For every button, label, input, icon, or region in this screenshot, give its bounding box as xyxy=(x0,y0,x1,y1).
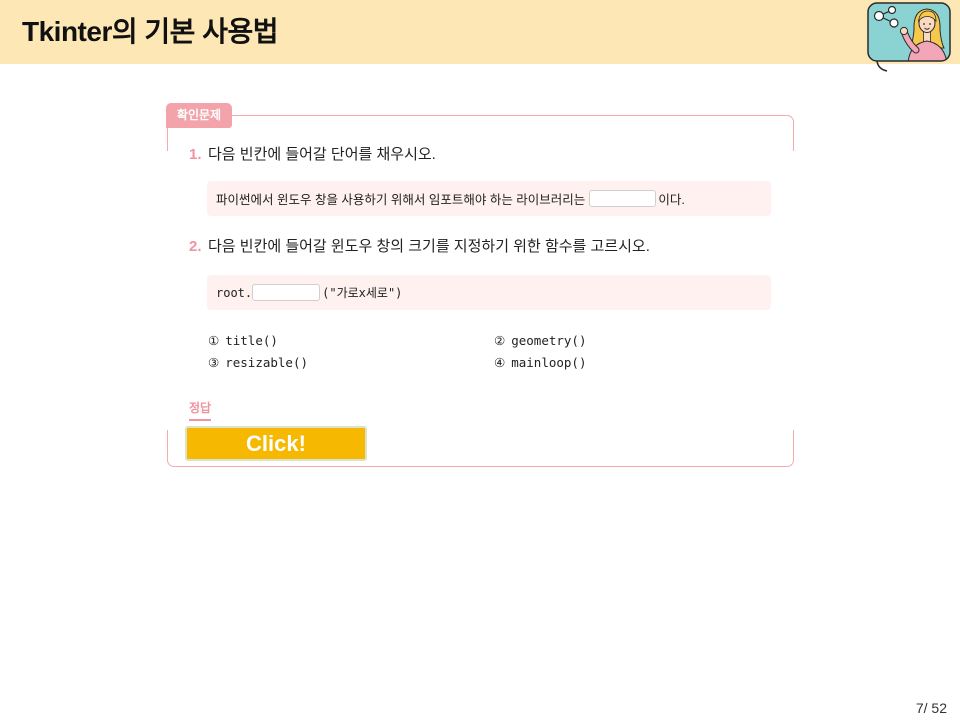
sentence-after-blank: 이다. xyxy=(658,193,685,207)
code-after-blank: ("가로x세로") xyxy=(322,286,403,300)
reveal-answer-button[interactable]: Click! xyxy=(185,426,367,461)
option-label: title() xyxy=(225,333,278,348)
header-bar: Tkinter의 기본 사용법 xyxy=(0,0,960,72)
option-marker: ① xyxy=(208,333,220,348)
option-4: ④ mainloop() xyxy=(494,353,586,373)
slide: Tkinter의 기본 사용법 확인문제 1. 다음 빈칸에 들어갈 단어를 채… xyxy=(0,0,960,720)
option-3: ③ resizable() xyxy=(208,353,308,373)
option-1: ① title() xyxy=(208,331,278,351)
option-label: geometry() xyxy=(511,333,587,348)
option-label: mainloop() xyxy=(511,355,587,370)
option-marker: ③ xyxy=(208,355,220,370)
blank-field xyxy=(589,190,657,207)
question-1-sentence-box: 파이썬에서 윈도우 창을 사용하기 위해서 임포트해야 하는 라이브러리는 이다… xyxy=(207,181,771,216)
option-marker: ④ xyxy=(494,355,506,370)
answer-label: 정답 xyxy=(189,399,212,421)
sentence-before-blank: 파이썬에서 윈도우 창을 사용하기 위해서 임포트해야 하는 라이브러리는 xyxy=(216,193,586,207)
question-text: 다음 빈칸에 들어갈 단어를 채우시오. xyxy=(208,146,436,163)
page-title: Tkinter의 기본 사용법 xyxy=(22,16,278,47)
option-2: ② geometry() xyxy=(494,331,586,351)
option-marker: ② xyxy=(494,333,506,348)
teacher-network-icon xyxy=(867,2,951,72)
question-number: 2. xyxy=(189,238,202,255)
question-2: 2. 다음 빈칸에 들어갈 윈도우 창의 크기를 지정하기 위한 함수를 고르시오… xyxy=(189,236,650,258)
answer-options: ① title() ② geometry() ③ resizable() ④ mainl… xyxy=(208,331,768,375)
quiz-tab: 확인문제 xyxy=(166,103,232,128)
question-1: 1. 다음 빈칸에 들어갈 단어를 채우시오. xyxy=(189,144,436,166)
question-text: 다음 빈칸에 들어갈 윈도우 창의 크기를 지정하기 위한 함수를 고르시오. xyxy=(208,238,650,255)
option-label: resizable() xyxy=(225,355,309,370)
code-before-blank: root. xyxy=(216,285,253,300)
question-number: 1. xyxy=(189,146,202,163)
question-2-code-box: root. ("가로x세로") xyxy=(207,275,771,310)
page-number: 7/ 52 xyxy=(915,700,947,716)
blank-field xyxy=(252,284,321,301)
